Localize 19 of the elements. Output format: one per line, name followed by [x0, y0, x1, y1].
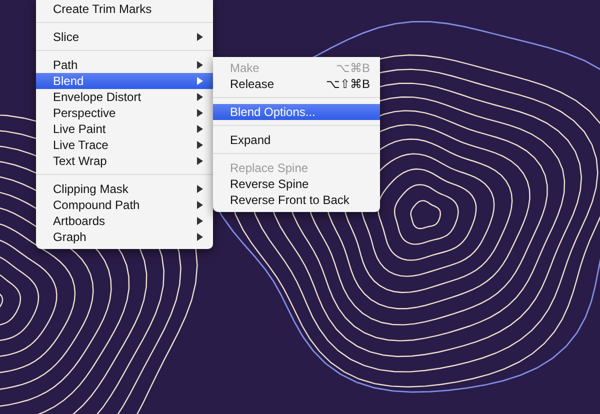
menu-item[interactable]: Slice	[36, 29, 213, 45]
menu-item[interactable]: Blend	[36, 73, 213, 89]
menu-item[interactable]: Text Wrap	[36, 153, 213, 169]
shortcut-label: ⌥⌘B	[336, 61, 370, 75]
menu-item[interactable]: Create Trim Marks	[36, 1, 213, 17]
menu-item[interactable]: Envelope Distort	[36, 89, 213, 105]
menu-item[interactable]: Live Paint	[36, 121, 213, 137]
menu-item[interactable]: Reverse Front to Back	[213, 192, 380, 208]
menu-item[interactable]: Expand	[213, 132, 380, 148]
menu-item[interactable]: Release ⌥⇧⌘B	[213, 76, 380, 92]
menu-item[interactable]: Artboards	[36, 213, 213, 229]
menu-item[interactable]: Clipping Mask	[36, 181, 213, 197]
menu-item[interactable]: Reverse Spine	[213, 176, 380, 192]
shortcut-label: ⌥⇧⌘B	[326, 77, 370, 91]
menu-item[interactable]: Blend Options...	[213, 104, 380, 120]
menu-item[interactable]: Live Trace	[36, 137, 213, 153]
menu-item[interactable]: Perspective	[36, 105, 213, 121]
menu-item[interactable]: Compound Path	[36, 197, 213, 213]
menu-item[interactable]: Graph	[36, 229, 213, 245]
